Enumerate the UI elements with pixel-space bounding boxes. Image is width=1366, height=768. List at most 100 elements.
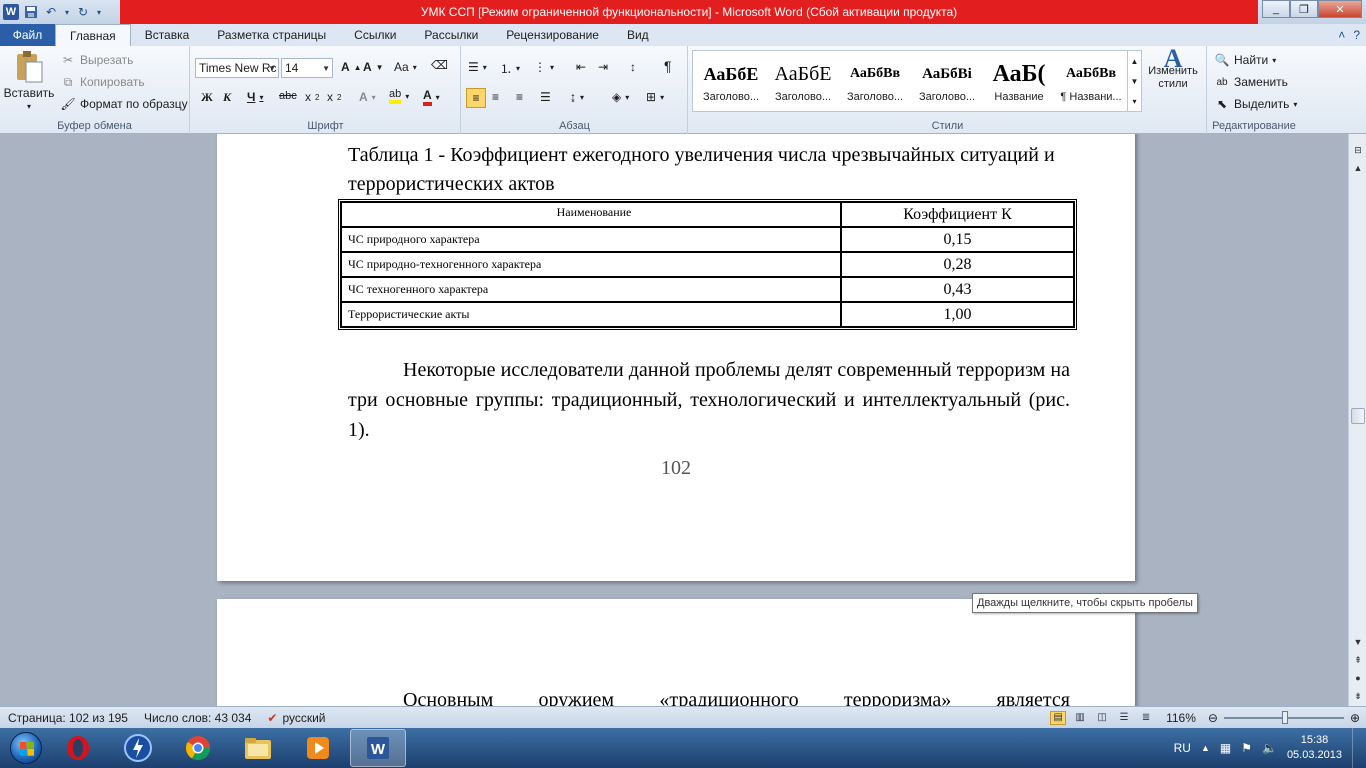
multilevel-list-icon[interactable]: ⋮ ▾ <box>534 60 554 74</box>
table-cell[interactable]: Террористические акты <box>341 302 841 327</box>
sort-icon[interactable]: ↕ <box>630 60 636 74</box>
style-heading-1[interactable]: АаБбЕ Заголово... <box>695 57 767 113</box>
vertical-scrollbar[interactable]: ⊟ ▲ ▼ ⇞ ● ⇟ <box>1348 134 1366 706</box>
redo-icon[interactable]: ↻ <box>75 4 91 20</box>
table-cell[interactable]: ЧС природного характера <box>341 227 841 252</box>
zoom-out-icon[interactable]: ⊖ <box>1208 711 1218 725</box>
tab-view[interactable]: Вид <box>613 24 663 46</box>
table-cell[interactable]: ЧС природно-техногенного характера <box>341 252 841 277</box>
help-icon[interactable]: ? <box>1353 28 1360 42</box>
explorer-taskbar-icon[interactable] <box>230 729 286 767</box>
zoom-slider[interactable] <box>1223 710 1344 724</box>
style-heading-3[interactable]: АаБбВв Заголово... <box>839 57 911 113</box>
language-indicator[interactable]: ✔ русский <box>259 707 333 729</box>
browse-object-icon[interactable]: ● <box>1350 670 1366 686</box>
pilcrow-icon[interactable]: ¶ <box>664 58 672 74</box>
show-desktop-button[interactable] <box>1352 728 1366 768</box>
scroll-up-icon[interactable]: ▲ <box>1350 160 1366 176</box>
style-title[interactable]: АаБ(Название <box>983 57 1055 113</box>
next-page-icon[interactable]: ⇟ <box>1350 688 1366 704</box>
word-count[interactable]: Число слов: 43 034 <box>136 707 259 729</box>
table-cell[interactable]: 1,00 <box>841 302 1074 327</box>
full-screen-reading-icon[interactable]: ▥ <box>1072 711 1088 725</box>
tab-insert[interactable]: Вставка <box>131 24 204 46</box>
italic-icon[interactable]: К <box>223 90 231 105</box>
shading-icon[interactable]: ◈ ▾ <box>612 90 629 104</box>
restore-button[interactable]: ❐ <box>1290 0 1318 18</box>
font-color-icon[interactable]: A ▾ <box>423 88 440 106</box>
numbering-icon[interactable]: ⒈ ▾ <box>500 60 520 77</box>
font-name-combo[interactable]: Times New Rc ▼ <box>195 58 279 78</box>
tab-home[interactable]: Главная <box>55 24 131 46</box>
bold-icon[interactable]: Ж <box>201 90 213 105</box>
print-layout-icon[interactable]: ▤ <box>1050 710 1067 725</box>
bullets-icon[interactable]: ☰ ▾ <box>468 60 487 74</box>
previous-page-icon[interactable]: ⇞ <box>1350 652 1366 668</box>
tab-file[interactable]: Файл <box>0 24 55 46</box>
style-title-2[interactable]: АаБбВв ¶ Названи... <box>1055 57 1127 113</box>
change-case-button[interactable]: Aa ▾ <box>394 60 417 74</box>
page-103[interactable]: Основным оружием «традиционного террориз… <box>217 599 1135 706</box>
tab-page-layout[interactable]: Разметка страницы <box>203 24 340 46</box>
select-button[interactable]: ⬉ Выделить ▾ <box>1214 96 1297 112</box>
justify-icon[interactable]: ☰ <box>540 90 551 104</box>
align-right-icon[interactable]: ≡ <box>516 90 523 104</box>
table-cell[interactable]: ЧС техногенного характера <box>341 277 841 302</box>
scroll-down-icon[interactable]: ▼ <box>1350 634 1366 650</box>
utility-taskbar-icon[interactable] <box>110 729 166 767</box>
align-left-icon[interactable]: ≡ <box>466 88 486 108</box>
align-center-icon[interactable]: ≡ <box>492 90 499 104</box>
gallery-scroll[interactable]: ▲ ▼ ▾ <box>1127 51 1141 111</box>
zoom-level[interactable]: 116% <box>1160 711 1202 725</box>
line-spacing-icon[interactable]: ↨ ▾ <box>570 90 584 104</box>
header-cell-name[interactable]: Наименование <box>341 202 841 227</box>
page-count[interactable]: Страница: 102 из 195 <box>0 707 136 729</box>
tab-mailings[interactable]: Рассылки <box>410 24 492 46</box>
action-center-icon[interactable]: ⚑ <box>1241 741 1252 755</box>
borders-icon[interactable]: ⊞ ▾ <box>646 90 664 104</box>
tab-references[interactable]: Ссылки <box>340 24 410 46</box>
clear-formatting-icon[interactable]: ⌫ <box>431 58 448 72</box>
opera-taskbar-icon[interactable] <box>50 729 106 767</box>
format-painter-button[interactable]: 🖌 Формат по образцу <box>60 96 187 112</box>
tab-review[interactable]: Рецензирование <box>492 24 613 46</box>
paste-button[interactable]: Вставить ▾ <box>4 50 54 111</box>
input-language[interactable]: RU <box>1174 741 1191 755</box>
style-heading-2[interactable]: АаБбЕ Заголово... <box>767 57 839 113</box>
volume-icon[interactable]: 🔈 <box>1262 741 1277 755</box>
subscript-icon[interactable]: x2 <box>305 90 319 104</box>
draft-icon[interactable]: ≣ <box>1138 711 1154 725</box>
web-layout-icon[interactable]: ◫ <box>1094 711 1110 725</box>
find-button[interactable]: 🔍 Найти ▾ <box>1214 52 1277 68</box>
shrink-font-icon[interactable]: A ▼ <box>363 60 384 74</box>
table-cell[interactable]: 0,28 <box>841 252 1074 277</box>
undo-icon[interactable]: ↶ <box>43 4 59 20</box>
strikethrough-icon[interactable]: abc <box>279 90 297 102</box>
coefficients-table[interactable]: Наименование Коэффициент К ЧС природного… <box>338 199 1077 330</box>
document-area[interactable]: Таблица 1 - Коэффициент ежегодного увели… <box>0 134 1348 706</box>
decrease-indent-icon[interactable]: ⇤ <box>576 60 586 74</box>
chrome-taskbar-icon[interactable] <box>170 729 226 767</box>
zoom-slider-knob[interactable] <box>1281 710 1288 724</box>
ruler-toggle-icon[interactable]: ⊟ <box>1350 142 1366 158</box>
customize-qat-icon[interactable]: ▾ <box>95 4 103 20</box>
grow-font-icon[interactable]: A ▲ <box>341 60 362 74</box>
underline-icon[interactable]: Ч ▾ <box>247 90 263 104</box>
outline-icon[interactable]: ☰ <box>1116 711 1132 725</box>
undo-dropdown-icon[interactable]: ▾ <box>63 4 71 20</box>
scroll-thumb[interactable] <box>1351 408 1365 424</box>
media-player-taskbar-icon[interactable] <box>290 729 346 767</box>
save-icon[interactable] <box>23 4 39 20</box>
table-cell[interactable]: 0,43 <box>841 277 1074 302</box>
copy-button[interactable]: ⧉ Копировать <box>60 74 145 90</box>
increase-indent-icon[interactable]: ⇥ <box>598 60 608 74</box>
clock[interactable]: 15:38 05.03.2013 <box>1287 733 1342 763</box>
change-styles-button[interactable]: A Изменить стили <box>1146 46 1200 91</box>
cut-button[interactable]: ✂ Вырезать <box>60 52 133 68</box>
replace-button[interactable]: ab Заменить <box>1214 74 1288 90</box>
minimize-button[interactable]: _ <box>1262 0 1290 18</box>
superscript-icon[interactable]: x2 <box>327 90 341 104</box>
tray-expand-icon[interactable]: ▲ <box>1201 743 1210 753</box>
zoom-in-icon[interactable]: ⊕ <box>1350 711 1360 725</box>
page-102[interactable]: Таблица 1 - Коэффициент ежегодного увели… <box>217 134 1135 581</box>
